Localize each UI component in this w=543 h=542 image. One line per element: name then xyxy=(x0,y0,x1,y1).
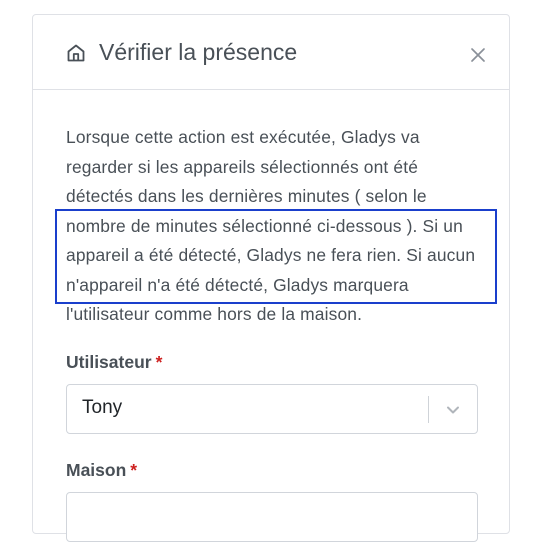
select-separator xyxy=(428,396,429,423)
required-marker: * xyxy=(155,352,163,372)
action-card: Vérifier la présence Lorsque cette actio… xyxy=(32,14,510,542)
user-select-value: Tony xyxy=(82,397,123,418)
user-field-label: Utilisateur * xyxy=(66,352,162,373)
home-icon xyxy=(67,44,85,62)
user-select[interactable]: Tony xyxy=(66,384,478,434)
chevron-down-icon[interactable] xyxy=(445,402,461,418)
card-title: Vérifier la présence xyxy=(99,39,298,65)
close-icon[interactable] xyxy=(469,46,487,64)
house-label-text: Maison xyxy=(66,460,127,480)
required-marker: * xyxy=(130,460,138,480)
house-field-label: Maison * xyxy=(66,460,137,481)
user-label-text: Utilisateur xyxy=(66,352,152,372)
card-header: Vérifier la présence xyxy=(33,15,509,90)
action-description: Lorsque cette action est exécutée, Glady… xyxy=(66,127,476,324)
